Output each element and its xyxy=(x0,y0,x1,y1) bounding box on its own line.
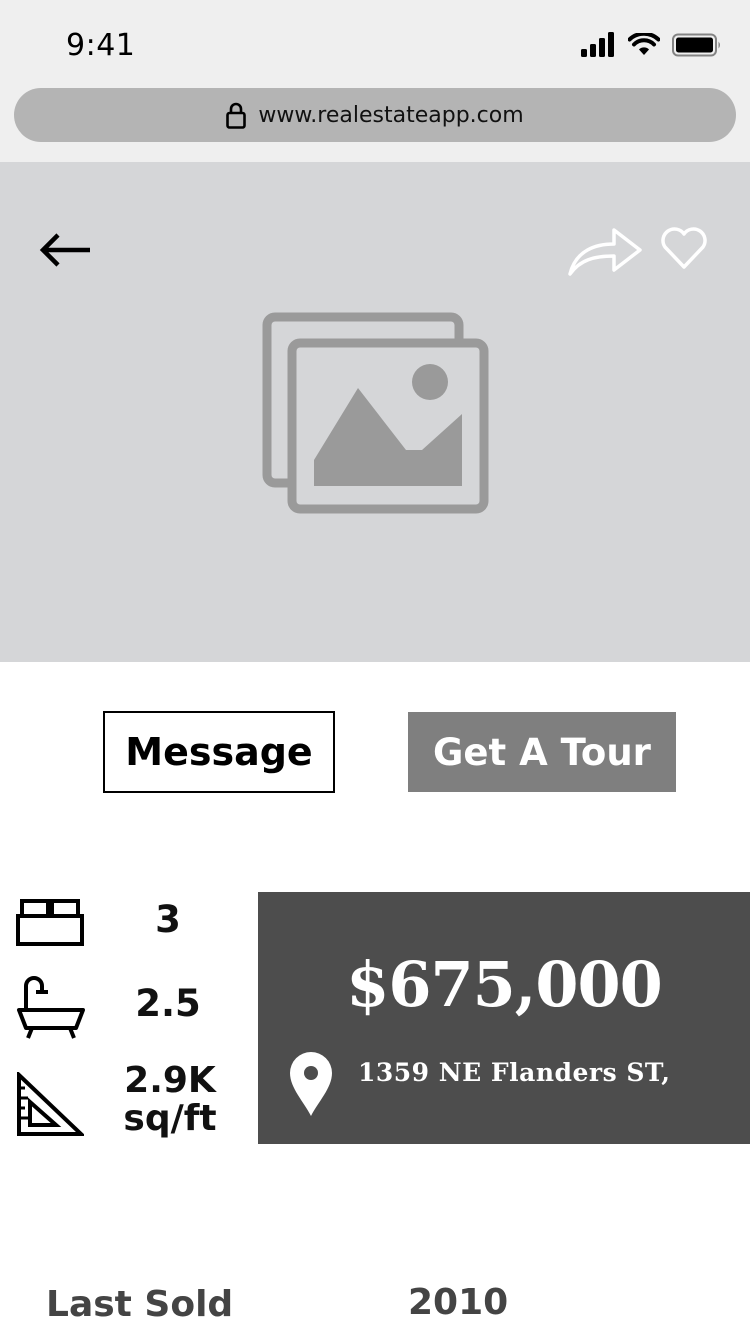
area-value: 2.9K sq/ft xyxy=(110,1062,230,1138)
location-pin-icon xyxy=(290,1052,332,1116)
image-placeholder-icon xyxy=(262,312,489,514)
bed-icon xyxy=(16,899,84,946)
area-number: 2.9K xyxy=(124,1060,216,1101)
wifi-icon xyxy=(628,33,660,55)
price-card: $675,000 1359 NE Flanders ST, xyxy=(258,892,750,1144)
bathtub-icon xyxy=(17,976,85,1039)
back-arrow-icon[interactable] xyxy=(38,228,94,272)
status-time: 9:41 xyxy=(66,28,136,63)
set-square-icon xyxy=(17,1072,84,1136)
last-sold-year: 2010 xyxy=(408,1282,509,1323)
beds-value: 3 xyxy=(155,898,181,941)
signal-icon xyxy=(581,32,614,57)
url-text: www.realestateapp.com xyxy=(258,102,524,128)
battery-icon xyxy=(672,33,720,57)
baths-value: 2.5 xyxy=(135,982,201,1025)
heart-icon[interactable] xyxy=(660,226,708,270)
listing-address: 1359 NE Flanders ST, xyxy=(358,1058,671,1087)
status-icons xyxy=(580,32,722,58)
listing-price: $675,000 xyxy=(346,948,663,1021)
get-a-tour-button[interactable]: Get A Tour xyxy=(408,712,676,792)
area-unit: sq/ft xyxy=(123,1098,217,1139)
last-sold-label: Last Sold xyxy=(46,1284,234,1325)
lock-icon xyxy=(226,102,247,129)
message-button[interactable]: Message xyxy=(103,711,335,793)
hero-image-area xyxy=(0,162,750,662)
status-bar: 9:41 www.realestateapp.com xyxy=(0,0,750,162)
share-icon[interactable] xyxy=(566,224,644,278)
url-bar[interactable]: www.realestateapp.com xyxy=(14,88,736,142)
